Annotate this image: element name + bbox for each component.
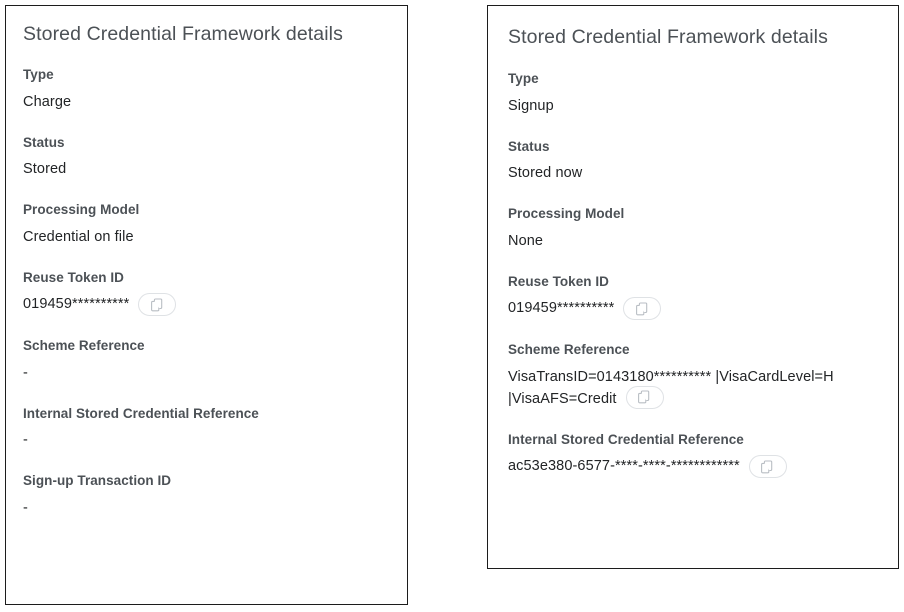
field-scheme-reference: Scheme Reference VisaTransID=0143180****… [508, 342, 882, 410]
field-value: Stored now [508, 165, 583, 182]
field-value-row: - [23, 498, 391, 519]
field-label: Internal Stored Credential Reference [23, 405, 259, 421]
field-value: Stored [23, 161, 67, 178]
page-title: Stored Credential Framework details [508, 26, 828, 48]
field-internal-stored-credential-reference: Internal Stored Credential Reference ac5… [508, 432, 882, 479]
field-value: None [508, 232, 544, 249]
field-value-row: Stored now [508, 163, 882, 184]
field-value: VisaTransID=0143180********** |VisaCardL… [508, 368, 838, 407]
field-status: Status Stored now [508, 139, 882, 185]
field-label: Reuse Token ID [508, 273, 609, 289]
field-label: Status [508, 138, 550, 154]
copy-button[interactable] [138, 293, 177, 317]
field-value-row: Stored [23, 159, 391, 180]
copy-icon [150, 298, 164, 312]
field-label: Status [23, 134, 65, 150]
field-label: Scheme Reference [23, 338, 145, 354]
copy-icon [761, 460, 774, 474]
field-value: ac53e380-6577-****-****-************ [508, 458, 740, 475]
field-label: Processing Model [23, 202, 140, 218]
field-value: 019459********** [23, 296, 130, 313]
field-value: Charge [23, 93, 72, 110]
field-value: 019459********** [508, 300, 615, 317]
field-label: Type [23, 67, 54, 82]
field-value-row: ac53e380-6577-****-****-************ [508, 455, 882, 479]
field-value: - [23, 499, 28, 516]
copy-button[interactable] [625, 385, 664, 409]
page-title: Stored Credential Framework details [23, 23, 343, 45]
field-processing-model: Processing Model None [508, 206, 882, 252]
field-internal-stored-credential-reference: Internal Stored Credential Reference - [23, 406, 391, 452]
field-label: Sign-up Transaction ID [23, 473, 172, 489]
field-label: Scheme Reference [508, 342, 630, 358]
field-label: Processing Model [508, 206, 625, 222]
field-value-row: VisaTransID=0143180********** |VisaCardL… [508, 367, 882, 410]
field-value-row: None [508, 231, 882, 252]
field-processing-model: Processing Model Credential on file [23, 202, 391, 248]
field-label: Type [508, 71, 539, 86]
copy-button[interactable] [748, 455, 787, 479]
field-value-row: Credential on file [23, 227, 391, 248]
field-scheme-reference: Scheme Reference - [23, 338, 391, 384]
field-value-row: Charge [23, 92, 391, 113]
field-value-row: Signup [508, 96, 882, 117]
copy-icon [635, 302, 649, 316]
copy-button[interactable] [623, 297, 662, 321]
field-reuse-token-id: Reuse Token ID 019459********** [23, 270, 391, 317]
field-value-row: - [23, 363, 391, 384]
stored-credential-framework-card-left: Stored Credential Framework details Type… [5, 5, 408, 605]
field-value: Signup [508, 97, 554, 114]
field-reuse-token-id: Reuse Token ID 019459********** [508, 274, 882, 321]
copy-icon [638, 390, 651, 404]
field-value-row: 019459********** [23, 293, 391, 317]
field-type: Type Charge [23, 67, 391, 113]
field-type: Type Signup [508, 71, 882, 117]
field-value: Credential on file [23, 228, 134, 245]
field-status: Status Stored [23, 135, 391, 181]
field-value-row: 019459********** [508, 297, 882, 321]
stored-credential-framework-card-right: Stored Credential Framework details Type… [487, 5, 899, 569]
field-value: - [23, 432, 28, 449]
field-value: - [23, 364, 28, 381]
field-label: Internal Stored Credential Reference [508, 431, 744, 447]
field-sign-up-transaction-id: Sign-up Transaction ID - [23, 473, 391, 519]
field-label: Reuse Token ID [23, 269, 124, 285]
field-value-row: - [23, 430, 391, 451]
